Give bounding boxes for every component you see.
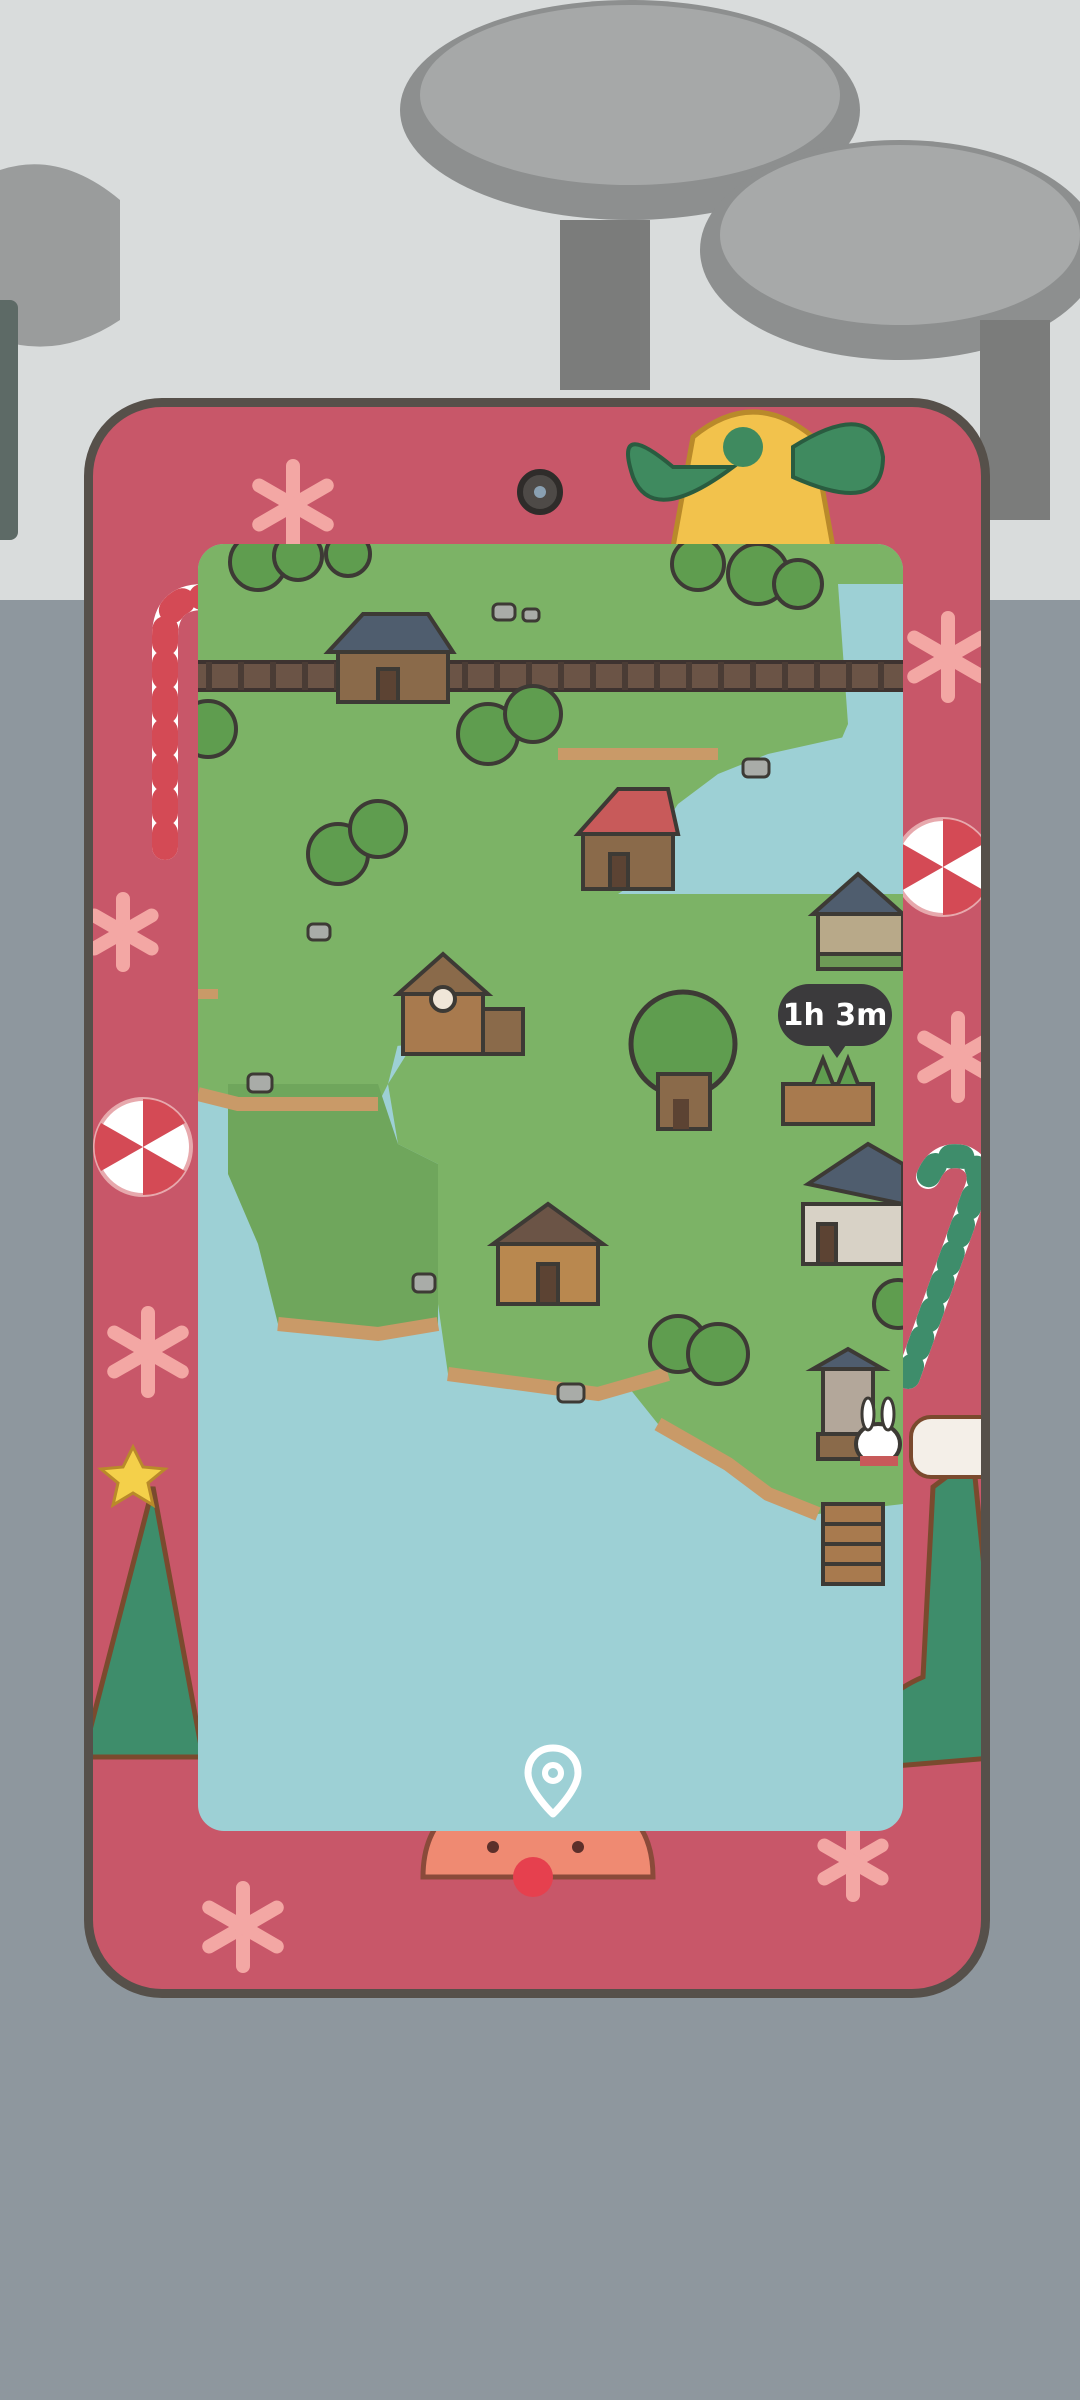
island-map[interactable] xyxy=(198,544,903,1831)
side-tab xyxy=(0,300,18,540)
peppermint-left xyxy=(93,1097,193,1197)
flower-house xyxy=(807,871,903,971)
phone-frame: 1h 3m xyxy=(84,398,990,1998)
peppermint-right xyxy=(893,817,981,917)
map-pin-icon xyxy=(524,1744,582,1818)
timer-bubble[interactable]: 1h 3m xyxy=(778,984,892,1058)
locate-button[interactable] xyxy=(523,1744,583,1820)
christmas-tree-decoration xyxy=(93,1443,207,1760)
dock xyxy=(821,1502,885,1586)
candy-cane-right xyxy=(896,1144,981,1389)
timer-label: 1h 3m xyxy=(782,997,888,1033)
map-screen[interactable]: 1h 3m xyxy=(198,544,903,1831)
camera-icon xyxy=(517,469,563,515)
bell-decoration xyxy=(626,409,886,550)
